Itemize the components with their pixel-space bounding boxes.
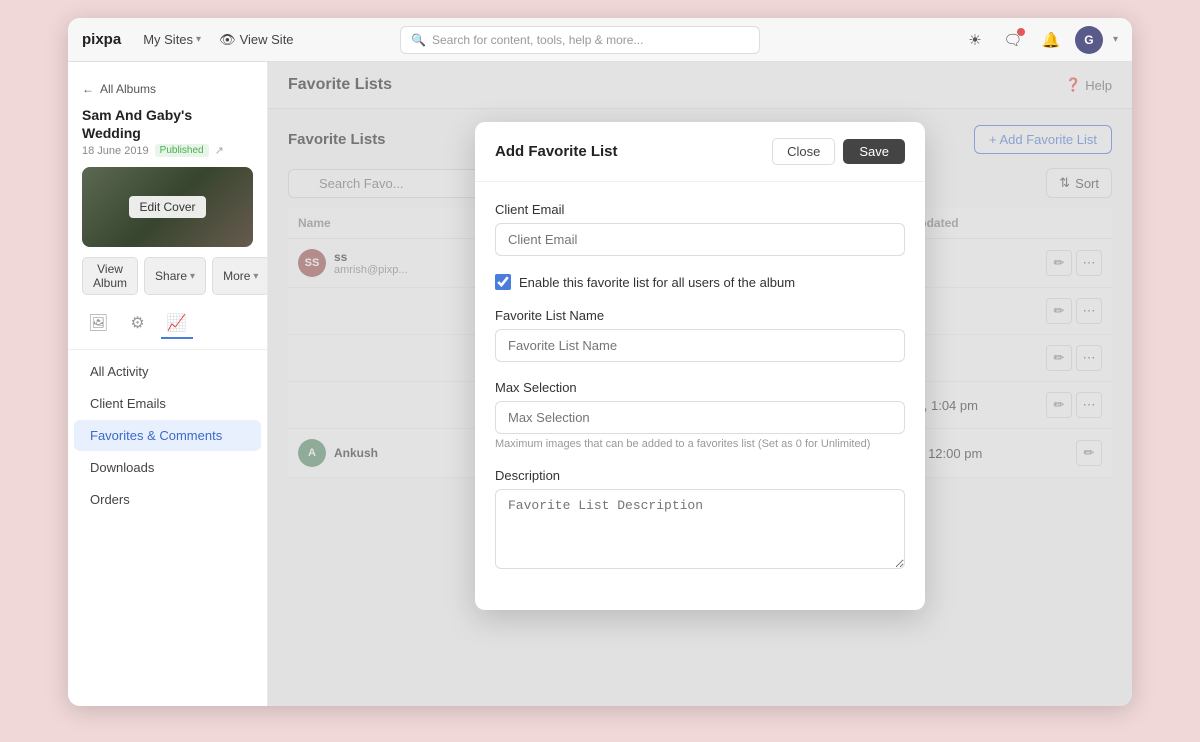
modal-header-buttons: Close Save bbox=[772, 138, 905, 165]
modal-header: Add Favorite List Close Save bbox=[475, 122, 925, 182]
right-panel: Favorite Lists ❓ Help Favorite Lists + A… bbox=[268, 62, 1132, 706]
album-title: Sam And Gaby's Wedding bbox=[68, 106, 267, 142]
max-selection-hint: Maximum images that can be added to a fa… bbox=[495, 438, 905, 450]
enable-all-users-row: Enable this favorite list for all users … bbox=[495, 274, 905, 290]
share-button[interactable]: Share ▾ bbox=[144, 257, 206, 295]
tab-photos[interactable]: 🖼 bbox=[82, 309, 114, 339]
chat-badge bbox=[1017, 28, 1025, 36]
my-sites-chevron-icon: ▾ bbox=[196, 34, 201, 45]
more-chevron-icon: ▾ bbox=[253, 271, 258, 282]
description-label: Description bbox=[495, 468, 905, 483]
add-favorite-list-modal: Add Favorite List Close Save Client Emai… bbox=[475, 122, 925, 610]
photos-icon: 🖼 bbox=[88, 315, 108, 332]
sidebar-tabs: 🖼 ⚙ 📈 bbox=[68, 309, 267, 350]
max-selection-group: Max Selection Maximum images that can be… bbox=[495, 380, 905, 450]
client-email-label: Client Email bbox=[495, 202, 905, 217]
client-email-group: Client Email bbox=[495, 202, 905, 256]
search-icon: 🔍 bbox=[411, 33, 426, 47]
sidebar-item-downloads[interactable]: Downloads bbox=[74, 452, 261, 483]
view-site-label: View Site bbox=[240, 32, 294, 47]
fav-name-group: Favorite List Name bbox=[495, 308, 905, 362]
settings-icon: ⚙ bbox=[130, 315, 144, 332]
my-sites-label: My Sites bbox=[143, 32, 193, 47]
view-album-button[interactable]: View Album bbox=[82, 257, 138, 295]
top-right-icons: ☀ 🗨 🔔 G ▾ bbox=[961, 26, 1118, 54]
sidebar-item-favorites-comments[interactable]: Favorites & Comments bbox=[74, 420, 261, 451]
bell-icon-btn[interactable]: 🔔 bbox=[1037, 26, 1065, 54]
fav-name-input[interactable] bbox=[495, 329, 905, 362]
back-to-albums[interactable]: ← All Albums bbox=[68, 78, 267, 106]
max-selection-label: Max Selection bbox=[495, 380, 905, 395]
edit-cover-button[interactable]: Edit Cover bbox=[129, 196, 205, 218]
album-meta: 18 June 2019 Published ↗ bbox=[68, 142, 267, 167]
album-date: 18 June 2019 bbox=[82, 145, 149, 157]
back-label: All Albums bbox=[100, 82, 156, 96]
album-cover-overlay: Edit Cover bbox=[82, 167, 253, 247]
sidebar-actions: View Album Share ▾ More ▾ bbox=[68, 257, 267, 309]
modal-body: Client Email Enable this favorite list f… bbox=[475, 182, 925, 610]
album-cover[interactable]: Edit Cover bbox=[82, 167, 253, 247]
share-chevron-icon: ▾ bbox=[190, 271, 195, 282]
fav-name-label: Favorite List Name bbox=[495, 308, 905, 323]
more-label: More bbox=[223, 269, 250, 283]
share-label: Share bbox=[155, 269, 187, 283]
sidebar-item-orders[interactable]: Orders bbox=[74, 484, 261, 515]
app-logo: pixpa bbox=[82, 31, 121, 48]
max-selection-input[interactable] bbox=[495, 401, 905, 434]
published-badge: Published bbox=[155, 144, 209, 157]
top-bar: pixpa My Sites ▾ 👁 View Site 🔍 Search fo… bbox=[68, 18, 1132, 62]
modal-close-button[interactable]: Close bbox=[772, 138, 835, 165]
avatar-initial: G bbox=[1084, 33, 1093, 47]
back-arrow-icon: ← bbox=[82, 82, 94, 96]
sidebar: ← All Albums Sam And Gaby's Wedding 18 J… bbox=[68, 62, 268, 706]
eye-icon: 👁 bbox=[219, 32, 236, 48]
modal-title: Add Favorite List bbox=[495, 143, 618, 160]
tab-analytics[interactable]: 📈 bbox=[161, 309, 193, 339]
sun-icon-btn[interactable]: ☀ bbox=[961, 26, 989, 54]
sun-icon: ☀ bbox=[968, 31, 981, 49]
description-textarea[interactable] bbox=[495, 489, 905, 569]
enable-all-users-label: Enable this favorite list for all users … bbox=[519, 275, 795, 290]
enable-all-users-checkbox[interactable] bbox=[495, 274, 511, 290]
tab-settings[interactable]: ⚙ bbox=[124, 309, 150, 339]
sidebar-nav: All Activity Client Emails Favorites & C… bbox=[68, 356, 267, 515]
more-button[interactable]: More ▾ bbox=[212, 257, 268, 295]
sidebar-item-client-emails[interactable]: Client Emails bbox=[74, 388, 261, 419]
main-content: ← All Albums Sam And Gaby's Wedding 18 J… bbox=[68, 62, 1132, 706]
user-avatar[interactable]: G bbox=[1075, 26, 1103, 54]
bell-icon: 🔔 bbox=[1042, 31, 1061, 49]
chat-icon-btn[interactable]: 🗨 bbox=[999, 26, 1027, 54]
external-link-icon: ↗ bbox=[215, 144, 224, 157]
view-site-nav[interactable]: 👁 View Site bbox=[219, 32, 293, 48]
my-sites-nav[interactable]: My Sites ▾ bbox=[137, 28, 207, 51]
global-search[interactable]: 🔍 Search for content, tools, help & more… bbox=[400, 26, 760, 54]
avatar-chevron-icon: ▾ bbox=[1113, 34, 1118, 45]
sidebar-item-all-activity[interactable]: All Activity bbox=[74, 356, 261, 387]
description-group: Description bbox=[495, 468, 905, 572]
search-placeholder: Search for content, tools, help & more..… bbox=[432, 33, 643, 47]
client-email-input[interactable] bbox=[495, 223, 905, 256]
analytics-icon: 📈 bbox=[167, 315, 187, 332]
modal-save-button[interactable]: Save bbox=[843, 139, 905, 164]
modal-overlay: Add Favorite List Close Save Client Emai… bbox=[268, 62, 1132, 706]
